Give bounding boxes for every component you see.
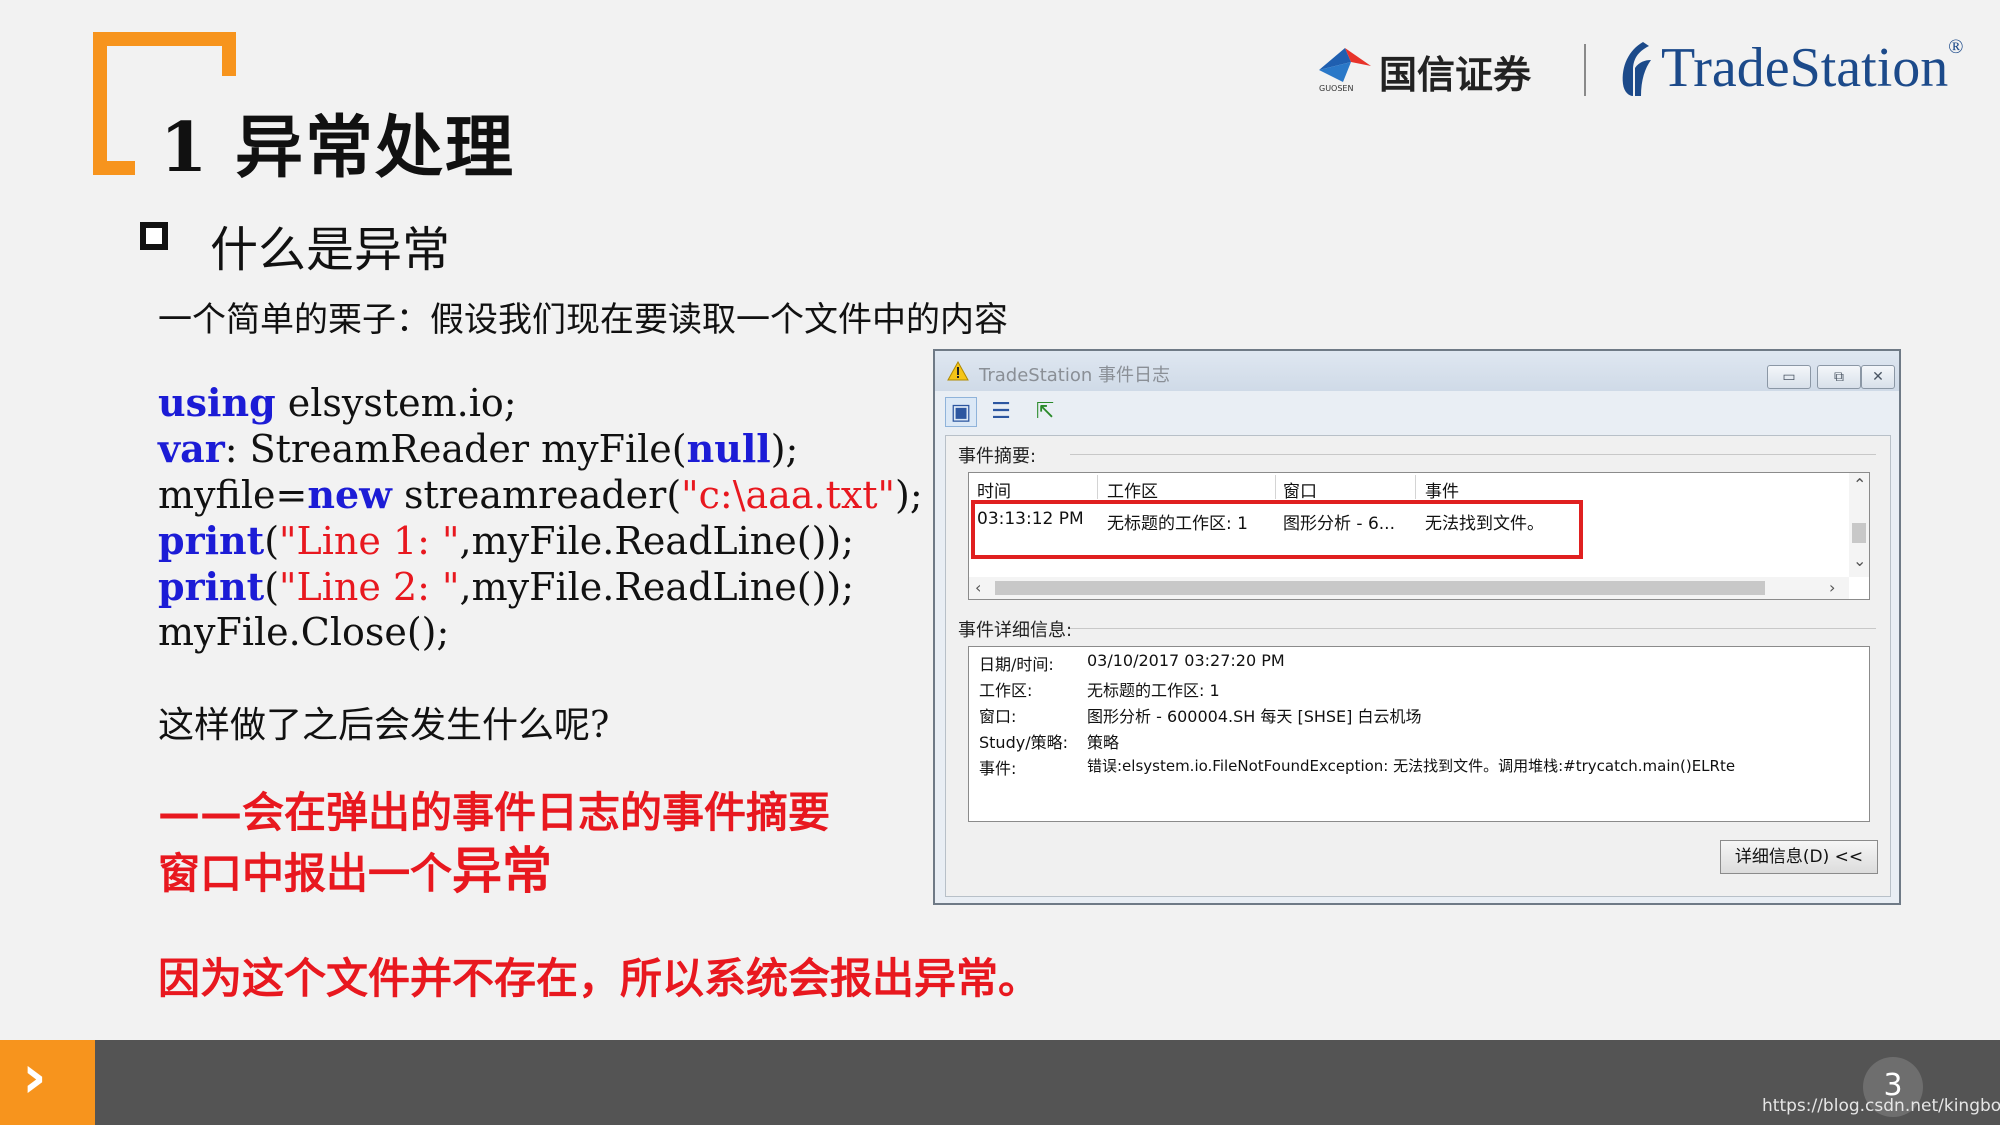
code-keyword: null [686,426,771,471]
guosen-logo-text: 国信证券 [1379,52,1532,97]
page-title: 1 异常处理 [160,108,515,188]
event-details-panel[interactable]: 日期/时间: 03/10/2017 03:27:20 PM 工作区: 无标题的工… [968,646,1870,822]
column-header-window[interactable]: 窗口 [1283,477,1317,502]
workspace-label: 工作区: [979,681,1033,700]
details-label: 事件详细信息: [958,620,1073,641]
title-bracket-right [222,32,236,76]
scroll-down-icon[interactable]: ⌄ [1853,551,1866,570]
window-value: 图形分析 - 600004.SH 每天 [SHSE] 白云机场 [1087,707,1422,726]
vertical-scrollbar[interactable]: ⌃ ⌄ [1849,473,1869,577]
event-value: 错误:elsystem.io.FileNotFoundException: 无法… [1087,757,1736,775]
details-toggle-button[interactable]: 详细信息(D) << [1720,840,1878,874]
warning-icon [947,361,969,381]
title-bracket-bottom [93,161,135,175]
column-divider [1097,475,1098,499]
column-header-workspace[interactable]: 工作区 [1107,477,1158,502]
event-log-dialog: TradeStation 事件日志 ▭ ⧉ ✕ ▣ ☰ ⇱ 事件摘要: 时间 工… [933,349,1901,905]
answer-line-2-text: 窗口中报出一个 [158,849,453,898]
question-text: 这样做了之后会发生什么呢? [158,705,610,746]
summary-label: 事件摘要: [958,446,1037,467]
footer-accent [0,1040,95,1125]
code-text: ); [895,473,923,517]
code-string: "Line 1: " [279,519,460,563]
code-keyword: using [158,380,276,425]
vertical-scroll-thumb[interactable] [1852,523,1866,543]
dialog-body: 事件摘要: 时间 工作区 窗口 事件 03:13:12 PM 无标题的工作区: … [945,435,1891,897]
watermark: https://blog.csdn.net/kingboy100 [1762,1096,2000,1116]
tradestation-logo-icon [1622,42,1651,96]
close-button[interactable]: ✕ [1861,365,1895,389]
restore-button[interactable]: ⧉ [1817,365,1861,389]
code-text: ,myFile.ReadLine()); [459,565,855,609]
column-divider [1275,475,1276,499]
column-header-event[interactable]: 事件 [1425,477,1459,502]
code-text: ( [264,519,280,563]
details-divider [1070,628,1876,629]
column-divider [1415,475,1416,499]
toolbar-list-icon[interactable]: ☰ [985,397,1017,427]
code-text: elsystem.io; [275,381,517,425]
dialog-titlebar: TradeStation 事件日志 ▭ ⧉ ✕ [935,351,1899,391]
dialog-toolbar: ▣ ☰ ⇱ [943,395,1891,431]
code-keyword: new [307,472,392,517]
study-value: 策略 [1087,733,1120,752]
toolbar-goto-icon[interactable]: ⇱ [1029,397,1061,427]
list-header: 时间 工作区 窗口 事件 [969,473,1849,502]
code-text: streamreader( [391,473,682,517]
section-heading: 什么是异常 [210,222,451,278]
horizontal-scrollbar[interactable]: ‹ › [969,577,1849,599]
error-highlight-box [971,500,1583,559]
code-text: myfile= [158,473,308,517]
header-logos: GUOSEN 国信证券 TradeStation® [1315,34,1965,104]
code-line-2: var: StreamReader myFile(null); [158,426,923,472]
intro-text: 一个简单的栗子：假设我们现在要读取一个文件中的内容 [158,300,1008,340]
bullet-square-icon [140,222,168,250]
datetime-label: 日期/时间: [979,655,1054,674]
code-line-6: myFile.Close(); [158,610,450,654]
code-block: using elsystem.io; var: StreamReader myF… [158,380,923,655]
answer-emphasis: 异常 [452,841,553,900]
title-bracket-left [93,32,107,175]
code-string: "Line 2: " [279,565,460,609]
dialog-title: TradeStation 事件日志 [979,365,1170,386]
answer-text: ——会在弹出的事件日志的事件摘要 窗口中报出一个异常 [158,784,830,903]
code-text: ,myFile.ReadLine()); [459,519,855,563]
answer-line-1: ——会在弹出的事件日志的事件摘要 [158,788,831,837]
code-string: "c:\aaa.txt" [681,473,896,517]
window-label: 窗口: [979,707,1017,726]
scroll-left-icon[interactable]: ‹ [975,578,981,597]
code-line-3: myfile=new streamreader("c:\aaa.txt"); [158,472,923,518]
footer-bar [0,1040,2000,1125]
code-line-4: print("Line 1: ",myFile.ReadLine()); [158,518,923,564]
minimize-button[interactable]: ▭ [1767,365,1811,389]
tradestation-name: TradeStation [1661,37,1949,99]
code-keyword: print [158,564,265,609]
event-label: 事件: [979,759,1017,778]
logo-divider [1584,44,1586,96]
column-header-time[interactable]: 时间 [977,477,1011,502]
summary-divider [1070,454,1876,455]
chevron-right-icon: › [22,1042,47,1112]
code-keyword: var [158,426,225,471]
scroll-up-icon[interactable]: ⌃ [1853,475,1866,494]
horizontal-scroll-thumb[interactable] [995,581,1765,595]
scroll-right-icon[interactable]: › [1829,578,1835,597]
reason-text: 因为这个文件并不存在，所以系统会报出异常。 [158,954,1041,1003]
answer-line-2: 窗口中报出一个异常 [158,842,830,903]
toolbar-window-icon[interactable]: ▣ [945,397,977,427]
guosen-sub-label: GUOSEN [1319,84,1354,93]
tradestation-logo-text: TradeStation® [1661,36,1963,100]
title-bracket-top [93,32,236,46]
code-text: : StreamReader myFile( [224,427,687,471]
workspace-value: 无标题的工作区: 1 [1087,681,1220,700]
study-label: Study/策略: [979,733,1068,752]
code-text: ( [264,565,280,609]
code-line-1: using elsystem.io; [158,380,923,426]
datetime-value: 03/10/2017 03:27:20 PM [1087,651,1285,670]
code-keyword: print [158,518,265,563]
registered-mark: ® [1948,36,1964,58]
code-text: ); [770,427,799,471]
code-line-5: print("Line 2: ",myFile.ReadLine()); [158,564,923,610]
